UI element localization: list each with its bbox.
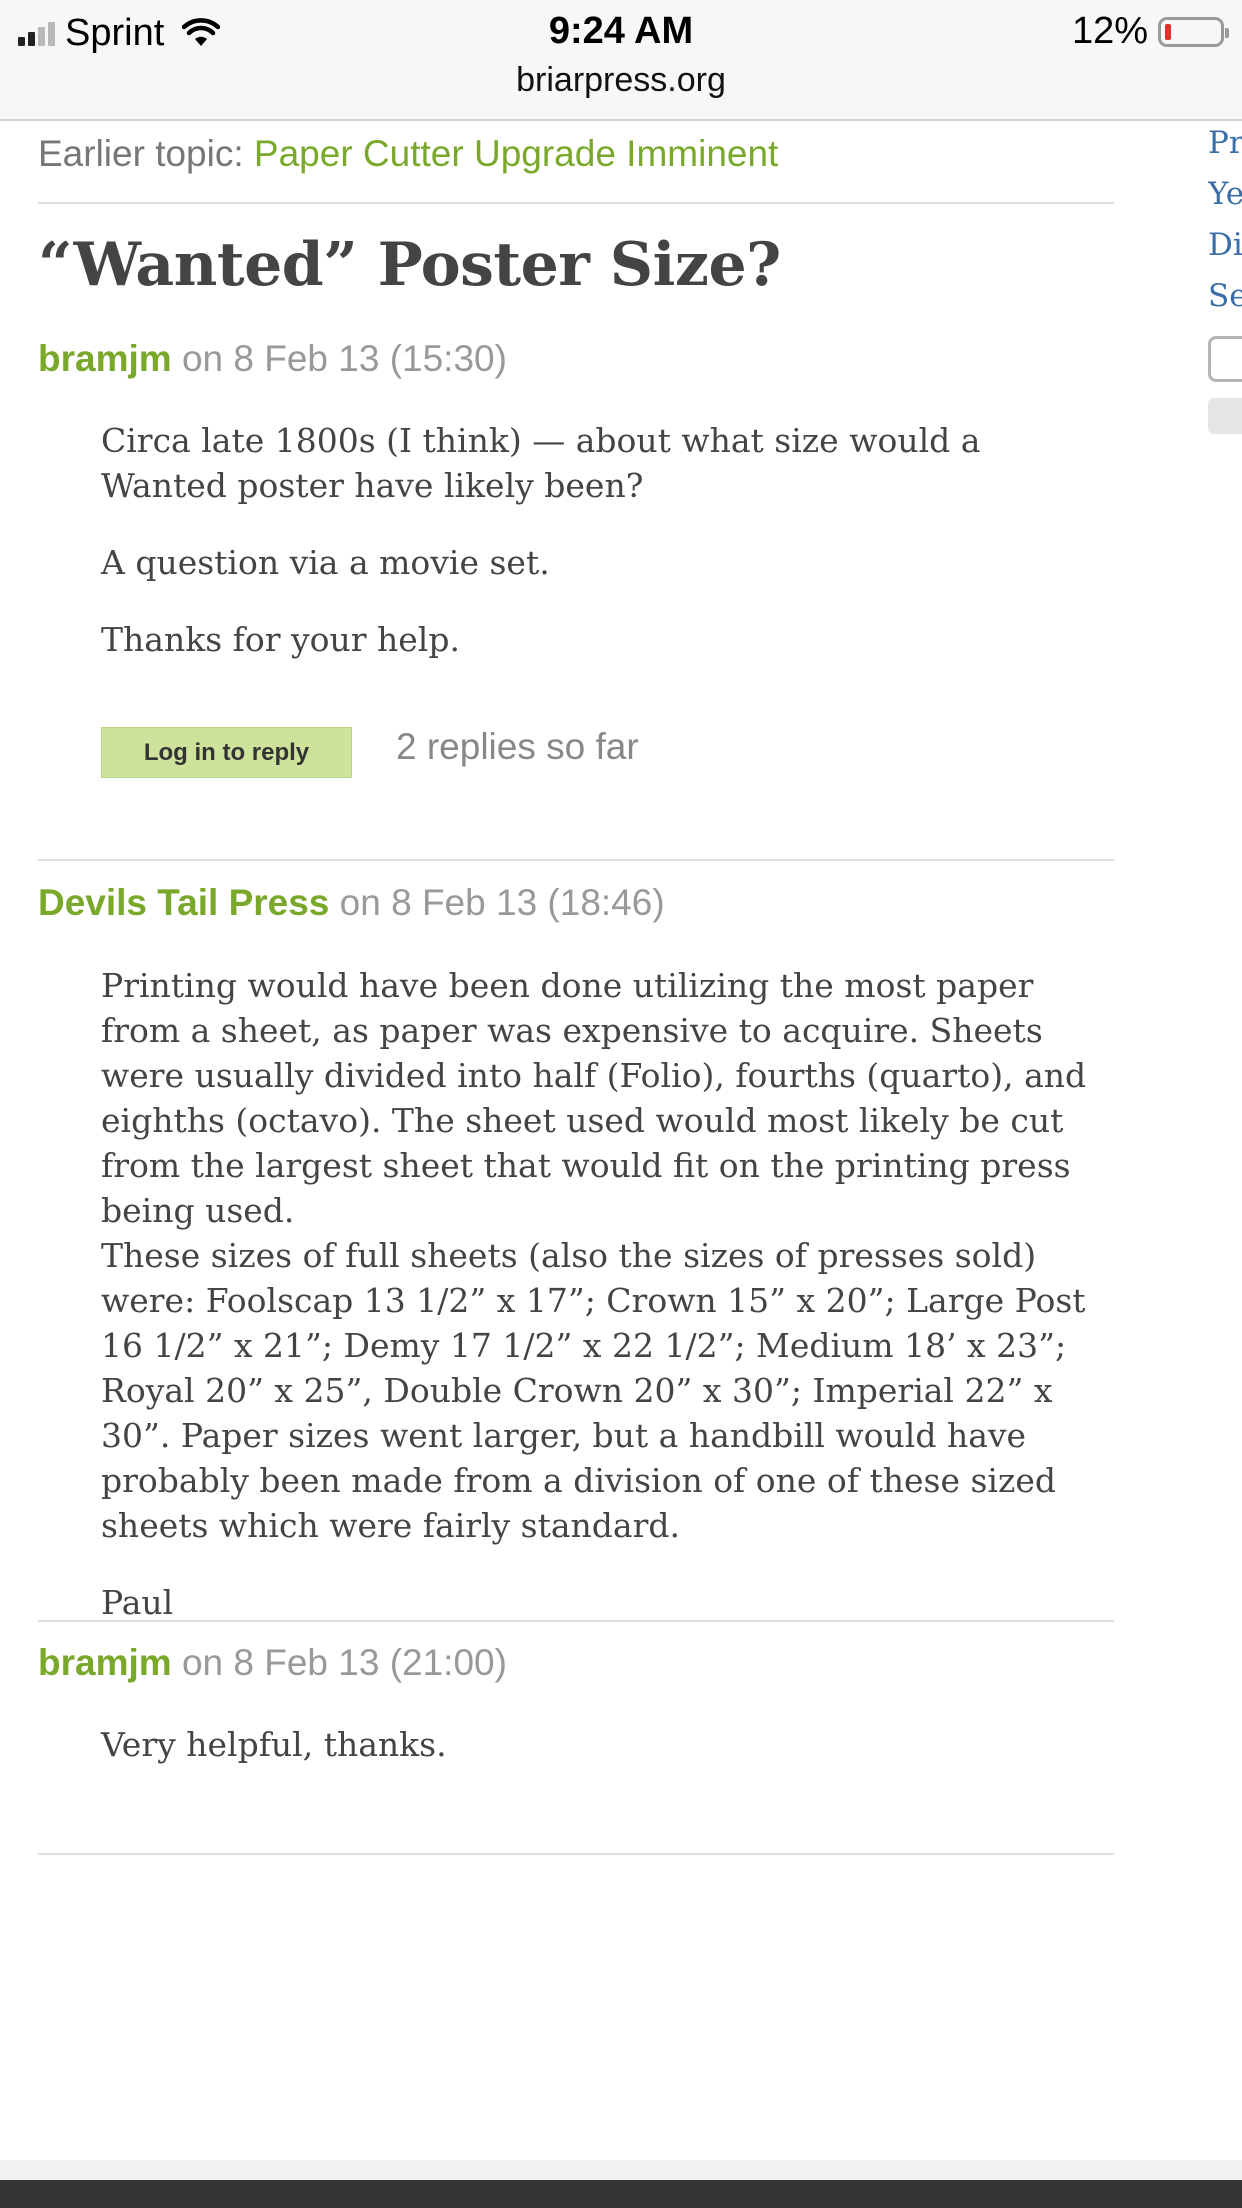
sidebar-link[interactable]: Ye [1208, 169, 1242, 220]
log-in-to-reply-button[interactable]: Log in to reply [101, 727, 352, 778]
reply-paragraph: Printing would have been done utilizing … [101, 966, 1087, 1230]
browser-top-bar: Sprint 9:24 AM 12% briarpress.org [0, 0, 1242, 121]
sidebar-link[interactable]: Pr [1208, 118, 1242, 169]
divider [38, 859, 1114, 861]
battery-status: 12% [1071, 10, 1229, 53]
divider [38, 202, 1114, 204]
reply-body: Very helpful, thanks. [101, 1722, 1116, 1767]
address-bar[interactable]: briarpress.org [0, 58, 1242, 102]
topic-paragraph: Thanks for your help. [101, 620, 460, 659]
battery-icon [1158, 16, 1229, 47]
sidebar-link[interactable]: Di [1208, 220, 1242, 271]
reply-paragraph: Paul [101, 1583, 174, 1622]
sidebar-search-button[interactable] [1208, 398, 1242, 434]
reply-paragraph: Very helpful, thanks. [101, 1725, 447, 1764]
divider [38, 1620, 1114, 1622]
reply-meta: Devils Tail Press on 8 Feb 13 (18:46) [38, 882, 665, 924]
topic-meta: bramjm on 8 Feb 13 (15:30) [38, 338, 507, 380]
reply-date: on 8 Feb 13 (21:00) [181, 1642, 507, 1683]
reply-body: Printing would have been done utilizing … [101, 963, 1116, 1625]
sidebar-search-input[interactable] [1208, 336, 1242, 382]
topic-paragraph: A question via a movie set. [101, 543, 550, 582]
earlier-topic-link[interactable]: Paper Cutter Upgrade Imminent [254, 133, 778, 174]
topic-paragraph: Circa late 1800s (I think) — about what … [101, 421, 981, 505]
divider [38, 1853, 1114, 1855]
earlier-topic-label: Earlier topic: [38, 133, 244, 174]
battery-level-fill [1165, 23, 1171, 40]
reply-author-link[interactable]: Devils Tail Press [38, 882, 329, 923]
reply-paragraph: These sizes of full sheets (also the siz… [101, 1236, 1086, 1545]
footer-bar [0, 2180, 1242, 2208]
replies-count: 2 replies so far [396, 726, 639, 767]
topic-author-link[interactable]: bramjm [38, 338, 172, 379]
reply-meta: bramjm on 8 Feb 13 (21:00) [38, 1642, 507, 1684]
reply-author-link[interactable]: bramjm [38, 1642, 172, 1683]
sidebar: Pr Ye Di Se [1208, 118, 1242, 322]
earlier-topic-nav: Earlier topic: Paper Cutter Upgrade Immi… [38, 133, 778, 175]
topic-date: on 8 Feb 13 (15:30) [181, 338, 507, 379]
battery-percent: 12% [1071, 10, 1148, 52]
topic-body: Circa late 1800s (I think) — about what … [101, 418, 1116, 662]
clock: 9:24 AM [548, 10, 694, 52]
reply-date: on 8 Feb 13 (18:46) [339, 882, 665, 923]
sidebar-link[interactable]: Se [1208, 271, 1242, 322]
page-title: “Wanted” Poster Size? [38, 230, 781, 300]
